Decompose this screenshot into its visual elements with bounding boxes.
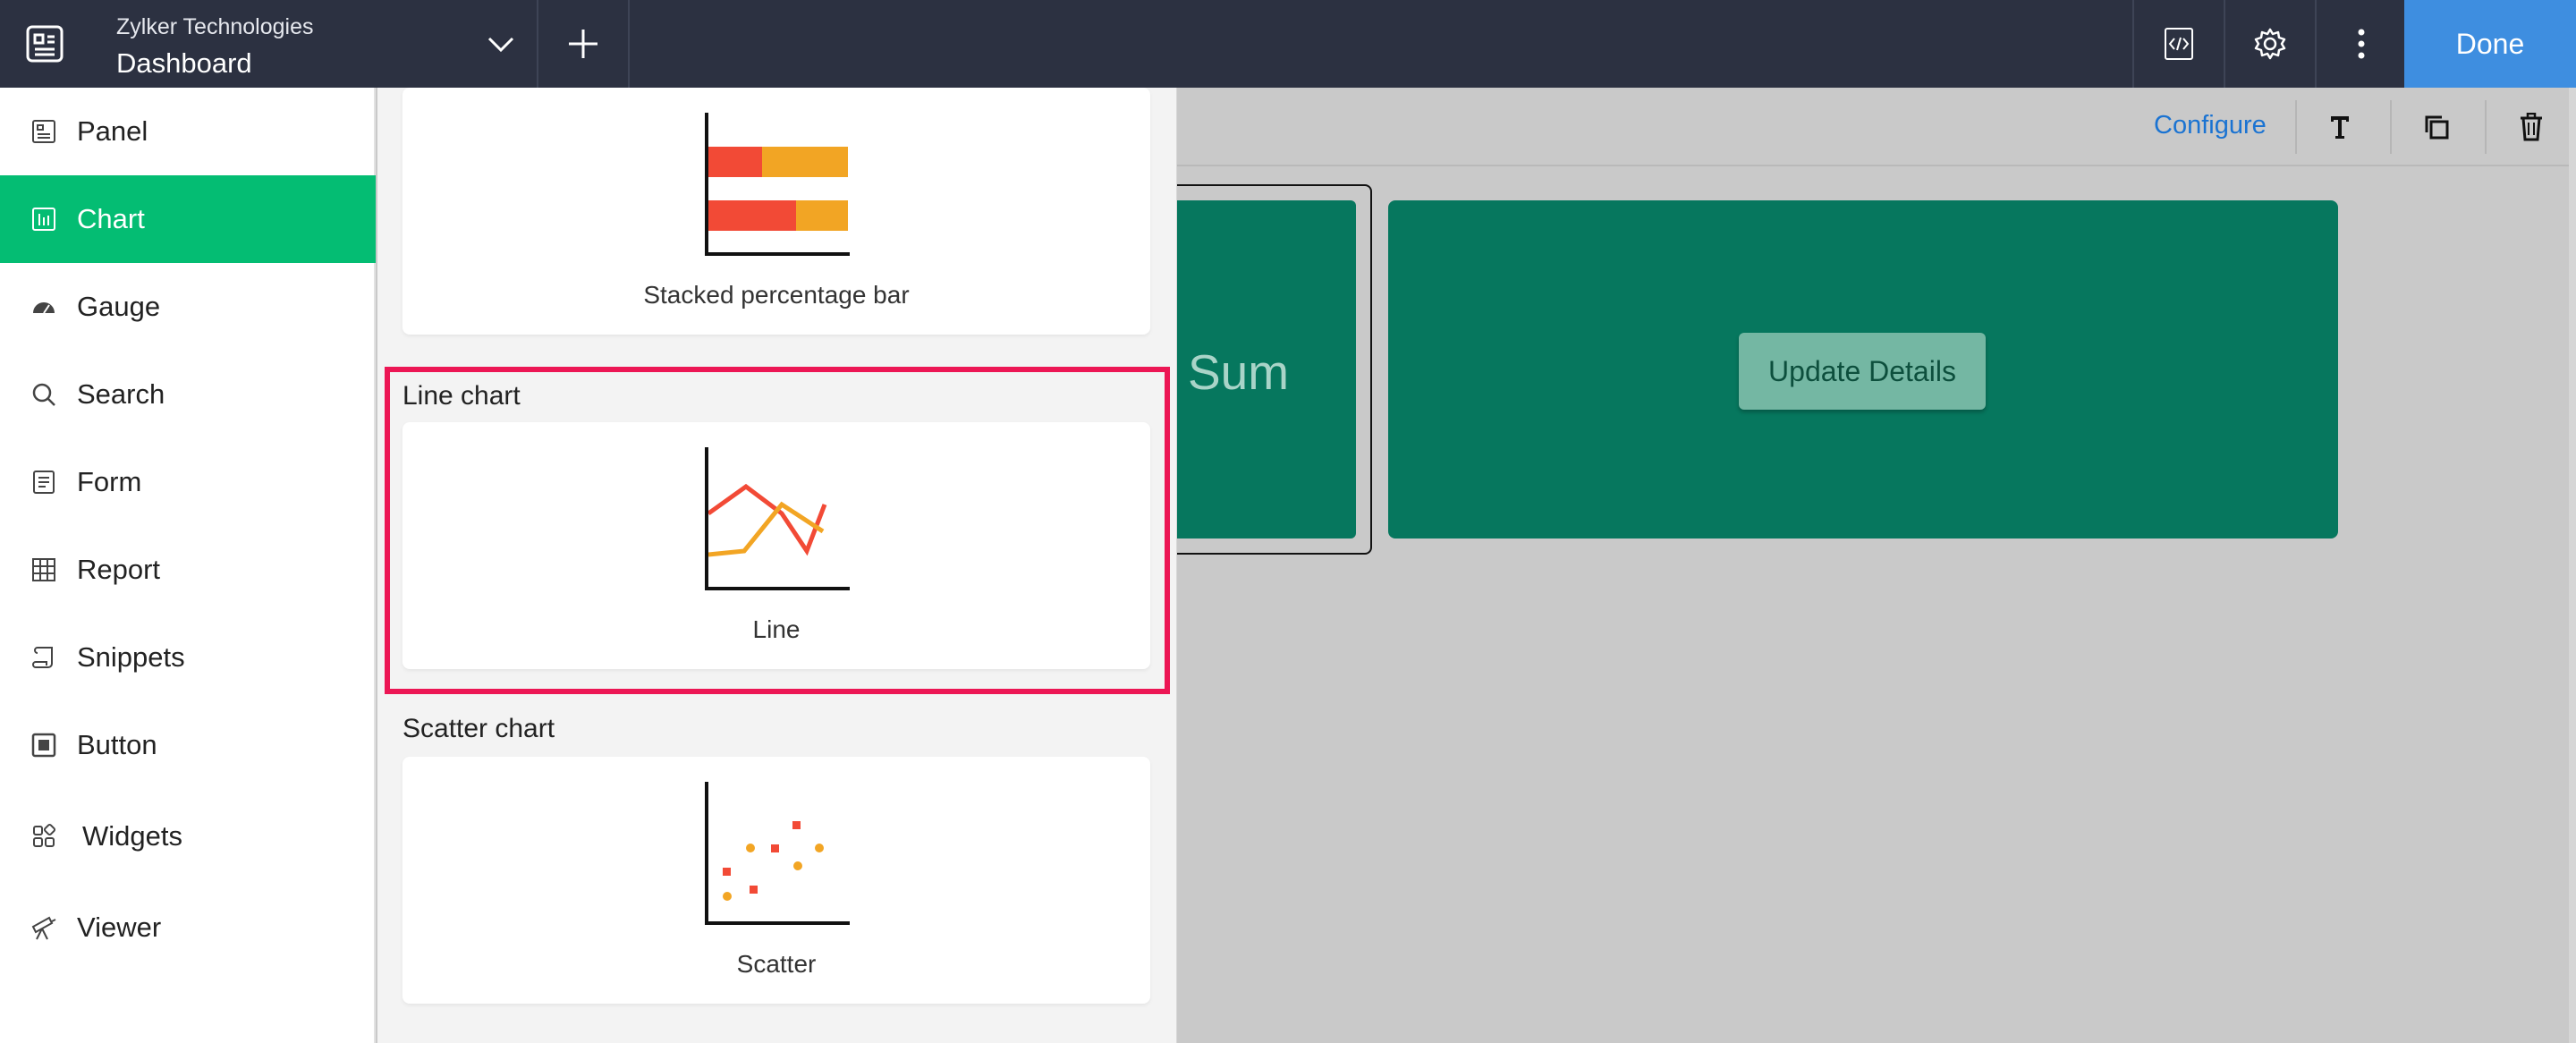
trash-icon <box>2521 113 2542 141</box>
sidebar-item-panel[interactable]: Panel <box>0 88 376 175</box>
panel-icon <box>23 111 64 152</box>
more-options-button[interactable] <box>2317 0 2406 88</box>
delete-button[interactable] <box>2504 100 2558 154</box>
add-button[interactable] <box>538 0 628 88</box>
page-title: Dashboard <box>116 47 252 79</box>
sidebar-item-snippets[interactable]: Snippets <box>0 614 376 701</box>
sidebar-item-label: Form <box>77 466 142 497</box>
divider <box>628 0 630 88</box>
top-bar: Zylker Technologies Dashboard Done <box>0 0 2576 88</box>
selection-highlight <box>385 367 1170 694</box>
dashboard-title-block[interactable]: Zylker Technologies Dashboard <box>116 14 313 80</box>
scrollbar[interactable] <box>2569 88 2576 1043</box>
chevron-down-icon[interactable] <box>483 27 519 63</box>
chart-card-label: Scatter <box>736 950 817 978</box>
divider <box>2390 100 2392 154</box>
chart-icon <box>23 199 64 240</box>
sidebar-item-viewer[interactable]: Viewer <box>0 884 376 971</box>
chart-card-label: Stacked percentage bar <box>643 281 910 309</box>
chart-card-scatter[interactable]: Scatter <box>402 757 1150 1004</box>
text-icon <box>2331 116 2349 139</box>
sidebar-item-label: Widgets <box>82 820 182 852</box>
sidebar-item-label: Panel <box>77 115 148 147</box>
sidebar-item-report[interactable]: Report <box>0 526 376 614</box>
sidebar-item-label: Chart <box>77 203 145 234</box>
sidebar-item-search[interactable]: Search <box>0 351 376 438</box>
app-menu-button[interactable] <box>0 0 89 88</box>
report-icon <box>23 549 64 590</box>
sidebar-item-label: Snippets <box>77 641 185 673</box>
sidebar-item-widgets[interactable]: Widgets <box>0 793 376 880</box>
update-details-button[interactable]: Update Details <box>1739 333 1986 410</box>
duplicate-button[interactable] <box>2410 100 2463 154</box>
sidebar-item-label: Report <box>77 554 161 585</box>
gauge-icon <box>23 286 64 327</box>
stacked-bar-thumbnail <box>705 113 850 256</box>
gear-icon <box>2254 28 2286 60</box>
code-icon <box>2165 28 2193 60</box>
chart-card-stacked-percentage-bar[interactable]: Stacked percentage bar <box>402 88 1150 335</box>
dashboard-icon <box>26 25 64 63</box>
sidebar-item-label: Button <box>77 729 157 760</box>
sidebar-item-button[interactable]: Button <box>0 701 376 789</box>
done-button[interactable]: Done <box>2404 0 2576 88</box>
settings-button[interactable] <box>2225 0 2315 88</box>
sum-tile[interactable]: Sum <box>1163 200 1356 538</box>
sidebar-item-form[interactable]: Form <box>0 438 376 526</box>
configure-link[interactable]: Configure <box>2154 111 2267 140</box>
divider <box>2295 100 2297 154</box>
tile-value: Sum <box>1188 344 1290 400</box>
sidebar-item-chart[interactable]: Chart <box>0 175 376 263</box>
widgets-icon <box>23 816 64 857</box>
button-icon <box>23 725 64 766</box>
more-vertical-icon <box>2358 29 2365 59</box>
text-format-button[interactable] <box>2313 100 2367 154</box>
sidebar-item-label: Search <box>77 378 165 410</box>
sidebar-item-label: Gauge <box>77 291 161 322</box>
code-button[interactable] <box>2134 0 2224 88</box>
section-title-scatter-chart: Scatter chart <box>402 714 555 743</box>
viewer-icon <box>23 907 64 948</box>
divider <box>2485 100 2487 154</box>
snippets-icon <box>23 637 64 678</box>
plus-icon <box>569 30 597 58</box>
sidebar-item-label: Viewer <box>77 912 162 943</box>
copy-icon <box>2425 115 2449 140</box>
org-name: Zylker Technologies <box>116 14 314 39</box>
component-sidebar: Panel Chart Gauge Search Form Report Sni… <box>0 88 376 1043</box>
scatter-chart-thumbnail <box>705 782 850 925</box>
form-icon <box>23 462 64 503</box>
sidebar-item-gauge[interactable]: Gauge <box>0 263 376 351</box>
search-icon <box>23 374 64 415</box>
